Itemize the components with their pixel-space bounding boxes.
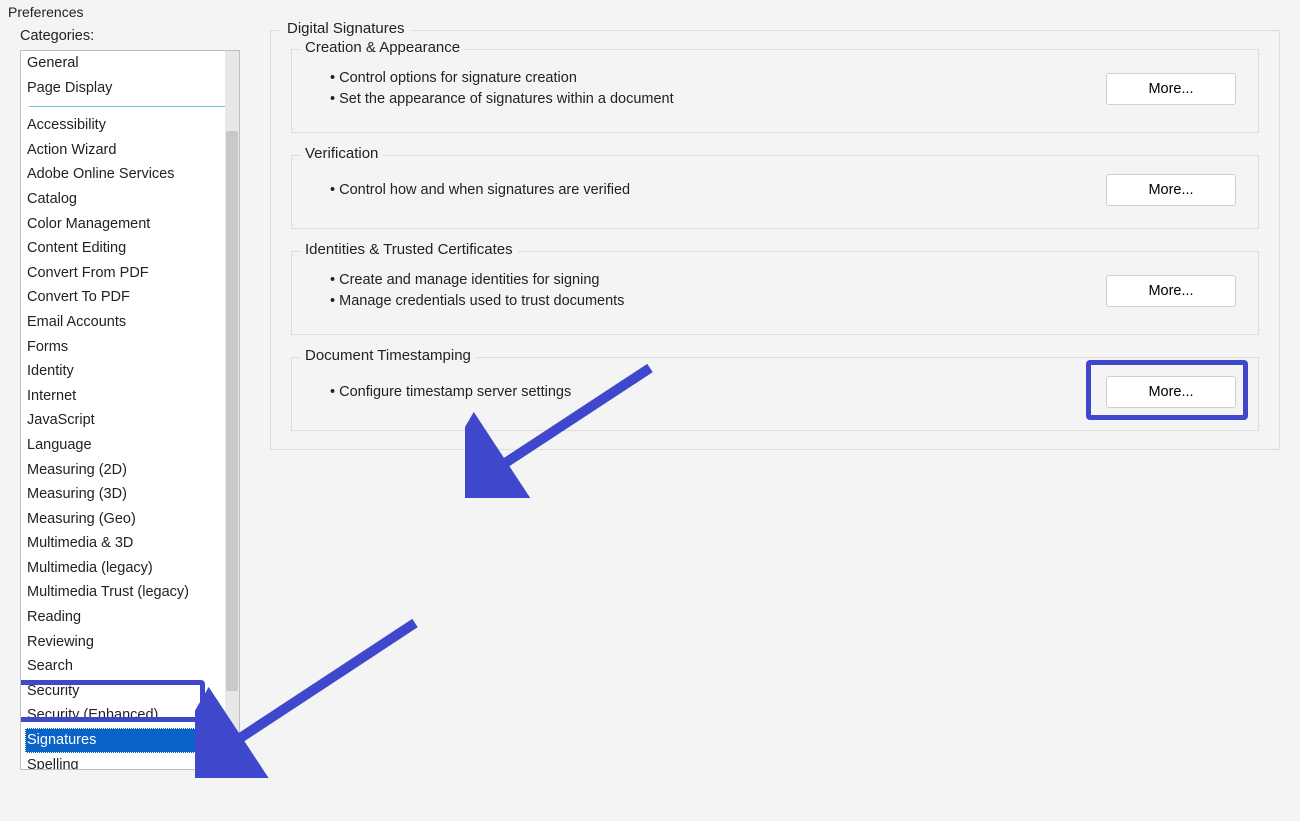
section-bullet: Control how and when signatures are veri… [330,180,630,201]
category-item[interactable]: Security (Enhanced) [25,703,237,728]
category-item[interactable]: Multimedia (legacy) [25,556,237,581]
section-title: Document Timestamping [300,347,476,364]
category-item[interactable]: Search [25,654,237,679]
categories-label: Categories: [20,28,240,44]
category-item[interactable]: Language [25,433,237,458]
section-bullet: Set the appearance of signatures within … [330,89,674,110]
category-item[interactable]: Identity [25,359,237,384]
category-item[interactable]: JavaScript [25,408,237,433]
category-item[interactable]: Accessibility [25,113,237,138]
category-item[interactable]: Internet [25,384,237,409]
category-item[interactable]: Multimedia Trust (legacy) [25,580,237,605]
section-title: Identities & Trusted Certificates [300,241,518,258]
category-item[interactable]: Email Accounts [25,310,237,335]
section-title: Creation & Appearance [300,39,465,56]
category-item[interactable]: Reviewing [25,630,237,655]
group-title: Digital Signatures [281,20,411,37]
digital-signatures-group: Digital Signatures Creation & Appearance… [270,30,1280,450]
categories-listbox[interactable]: GeneralPage Display AccessibilityAction W… [20,50,240,770]
category-item[interactable]: General [25,51,237,76]
section-body: Create and manage identities for signing… [314,270,624,312]
settings-section: Document TimestampingConfigure timestamp… [291,357,1259,431]
category-item[interactable]: Forms [25,335,237,360]
settings-section: Identities & Trusted CertificatesCreate … [291,251,1259,335]
category-item[interactable]: Measuring (2D) [25,458,237,483]
category-item[interactable]: Measuring (3D) [25,482,237,507]
section-bullet: Manage credentials used to trust documen… [330,291,624,312]
more-button[interactable]: More... [1106,174,1236,206]
category-item[interactable]: Convert To PDF [25,285,237,310]
section-body: Configure timestamp server settings [314,382,571,403]
category-item[interactable]: Measuring (Geo) [25,507,237,532]
more-button[interactable]: More... [1106,73,1236,105]
section-bullet: Control options for signature creation [330,68,674,89]
category-item[interactable]: Adobe Online Services [25,162,237,187]
section-bullet: Configure timestamp server settings [330,382,571,403]
category-item[interactable]: Convert From PDF [25,261,237,286]
listbox-scrollbar[interactable] [225,51,239,769]
settings-section: Creation & AppearanceControl options for… [291,49,1259,133]
category-item[interactable]: Color Management [25,212,237,237]
categories-column: Categories: GeneralPage Display Accessibi… [20,28,240,770]
scrollbar-thumb[interactable] [226,131,238,691]
settings-section: VerificationControl how and when signatu… [291,155,1259,229]
category-item[interactable]: Catalog [25,187,237,212]
category-item[interactable]: Reading [25,605,237,630]
more-button[interactable]: More... [1106,376,1236,408]
category-item[interactable]: Security [25,679,237,704]
category-item[interactable]: Action Wizard [25,138,237,163]
section-body: Control options for signature creationSe… [314,68,674,110]
section-bullet: Create and manage identities for signing [330,270,624,291]
window-titlebar: Preferences [0,0,1300,28]
category-item[interactable]: Signatures [25,728,237,753]
more-button[interactable]: More... [1106,275,1236,307]
category-separator [29,106,231,107]
category-item[interactable]: Page Display [25,76,237,101]
category-item[interactable]: Spelling [25,753,237,770]
category-item[interactable]: Content Editing [25,236,237,261]
section-title: Verification [300,145,383,162]
settings-panel: Digital Signatures Creation & Appearance… [240,28,1280,770]
preferences-content: Categories: GeneralPage Display Accessibi… [0,28,1300,770]
category-item[interactable]: Multimedia & 3D [25,531,237,556]
section-body: Control how and when signatures are veri… [314,180,630,201]
window-title: Preferences [8,4,83,20]
